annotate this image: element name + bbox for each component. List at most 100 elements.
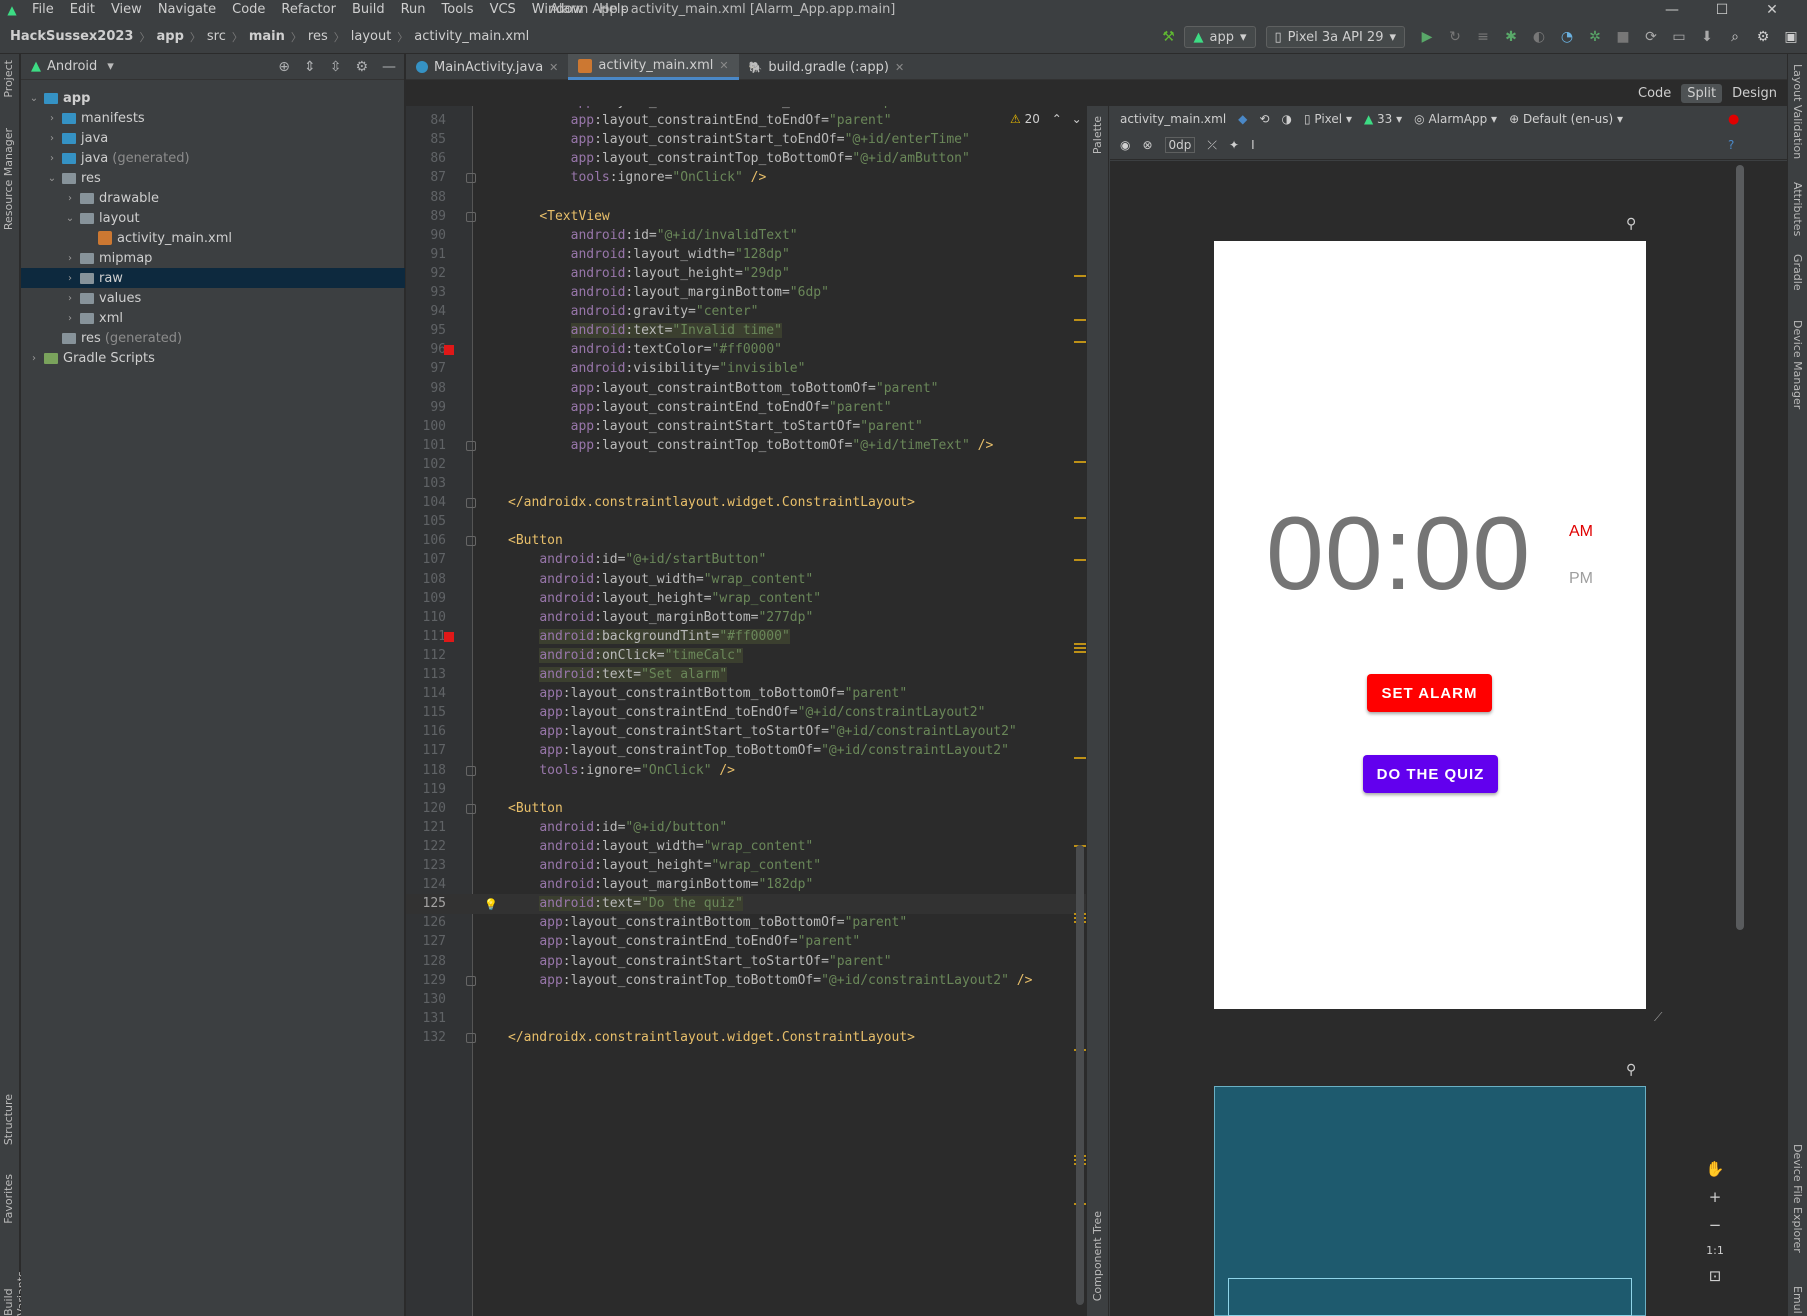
locale-picker[interactable]: ⊕ Default (en-us) ▾ [1509, 112, 1623, 126]
chevron-right-icon[interactable]: › [63, 293, 77, 304]
preview-pm-button[interactable]: PM [1569, 570, 1593, 588]
pin-icon-blueprint[interactable]: ⚲ [1626, 1062, 1636, 1078]
chevron-down-icon[interactable]: ⌄ [1072, 112, 1082, 126]
fold-icon[interactable] [466, 803, 476, 814]
canvas-scrollbar[interactable] [1736, 165, 1744, 930]
warning-marker[interactable] [1074, 517, 1086, 519]
api-picker[interactable]: ▲ 33 ▾ [1364, 112, 1402, 126]
sdk-manager-icon[interactable]: ⬇ [1695, 26, 1719, 48]
device-manager-icon[interactable]: ▭ [1667, 26, 1691, 48]
zoom-out-button[interactable]: − [1709, 1216, 1722, 1234]
tree-item[interactable]: › manifests [21, 108, 405, 128]
menu-run[interactable]: Run [393, 0, 434, 20]
hide-panel-icon[interactable]: — [382, 59, 396, 75]
rerun-icon[interactable]: ↻ [1443, 26, 1467, 48]
tree-item[interactable]: › java [21, 128, 405, 148]
chevron-down-icon[interactable]: ⌄ [63, 213, 77, 224]
menu-code[interactable]: Code [224, 0, 273, 20]
warning-marker[interactable] [1074, 643, 1086, 645]
tool-tab-resource-manager[interactable]: Resource Manager [2, 128, 15, 230]
resize-handle-icon[interactable]: ⟋ [1654, 1010, 1662, 1025]
chevron-down-icon[interactable]: ⌄ [45, 173, 59, 184]
magnet-icon[interactable]: ⊗ [1142, 138, 1152, 152]
menu-tools[interactable]: Tools [434, 0, 482, 20]
debug-icon[interactable]: ✱ [1499, 26, 1523, 48]
sync-gradle-icon[interactable]: ⟳ [1639, 26, 1663, 48]
tree-item[interactable]: ⌄ layout [21, 208, 405, 228]
tree-item[interactable]: › xml [21, 308, 405, 328]
menu-refactor[interactable]: Refactor [273, 0, 344, 20]
apply-changes-icon[interactable]: ≡ [1471, 26, 1495, 48]
preview-am-button[interactable]: AM [1569, 523, 1593, 541]
fold-icon[interactable] [466, 211, 476, 222]
warning-marker[interactable] [1074, 461, 1086, 463]
tool-tab-device-file-explorer[interactable]: Device File Explorer [1791, 1144, 1804, 1253]
fold-icon[interactable] [466, 173, 476, 184]
tool-tab-layout-validation[interactable]: Layout Validation [1791, 64, 1804, 159]
editor-tab[interactable]: 🐘 build.gradle (:app) ✕ [739, 54, 915, 80]
menu-file[interactable]: File [24, 0, 62, 20]
menu-navigate[interactable]: Navigate [150, 0, 224, 20]
tool-tab-attributes[interactable]: Attributes [1791, 182, 1804, 236]
warnings-indicator[interactable]: ⚠ 20 ⌃ ⌄ [1010, 112, 1082, 126]
tool-tab-favorites[interactable]: Favorites [2, 1174, 15, 1224]
minimize-icon[interactable]: — [1649, 0, 1695, 20]
build-hammer-icon[interactable]: ⚒ [1156, 26, 1180, 48]
orientation-icon[interactable]: ⟲ [1259, 112, 1269, 126]
tool-tab-project[interactable]: Project [2, 60, 15, 98]
color-swatch-icon[interactable] [444, 631, 454, 642]
chevron-right-icon[interactable]: › [63, 273, 77, 284]
tool-tab-gradle[interactable]: Gradle [1791, 254, 1804, 291]
tree-item[interactable]: ⌄ app [21, 88, 405, 108]
chevron-right-icon[interactable]: › [63, 313, 77, 324]
warning-marker[interactable] [1074, 651, 1086, 653]
tool-tab-emulator[interactable]: Emul [1791, 1286, 1804, 1314]
maximize-icon[interactable]: ☐ [1699, 0, 1745, 20]
preview-set-alarm-button[interactable]: SET ALARM [1367, 674, 1492, 712]
tool-tab-device-manager[interactable]: Device Manager [1791, 320, 1804, 409]
code-editor[interactable]: 83 app:layout_constraintBottom_toBottomO… [406, 106, 1086, 1316]
warning-marker[interactable] [1074, 275, 1086, 277]
view-mode-code[interactable]: Code [1638, 86, 1671, 101]
color-swatch-icon[interactable] [444, 345, 454, 356]
close-tab-icon[interactable]: ✕ [719, 59, 728, 72]
stop-icon[interactable]: ■ [1611, 26, 1635, 48]
tree-item[interactable]: › java (generated) [21, 148, 405, 168]
preview-quiz-button[interactable]: DO THE QUIZ [1363, 755, 1498, 793]
breadcrumb-item[interactable]: activity_main.xml [414, 29, 529, 44]
collapse-all-icon[interactable]: ⇳ [330, 59, 342, 75]
search-icon[interactable]: ⌕ [1723, 26, 1747, 48]
error-icon[interactable]: ● [1728, 112, 1739, 127]
close-tab-icon[interactable]: ✕ [549, 61, 558, 74]
tree-item[interactable]: › values [21, 288, 405, 308]
menu-build[interactable]: Build [344, 0, 393, 20]
warning-marker[interactable] [1074, 757, 1086, 759]
fold-icon[interactable] [466, 1032, 476, 1043]
editor-tab[interactable]: MainActivity.java ✕ [406, 54, 568, 80]
fold-icon[interactable] [466, 440, 476, 451]
fold-icon[interactable] [466, 975, 476, 986]
component-tree-tab[interactable]: Component Tree [1091, 1211, 1104, 1301]
eye-icon[interactable]: ◉ [1120, 138, 1130, 152]
layers-icon[interactable]: ◆ [1238, 112, 1247, 126]
lightbulb-icon[interactable]: 💡 [484, 895, 498, 911]
warning-marker[interactable] [1074, 647, 1086, 649]
breadcrumb-item[interactable]: src [207, 29, 226, 44]
warning-marker[interactable] [1074, 559, 1086, 561]
phone-preview[interactable] [1214, 241, 1646, 1009]
tree-item[interactable]: › drawable [21, 188, 405, 208]
tool-tab-structure[interactable]: Structure [2, 1094, 15, 1145]
breadcrumb-item[interactable]: layout [351, 29, 392, 44]
preview-time-text[interactable]: 00:00 [1266, 495, 1531, 614]
locate-icon[interactable]: ⊕ [278, 59, 290, 75]
pin-icon[interactable]: ⚲ [1626, 216, 1636, 232]
chevron-right-icon[interactable]: › [45, 153, 59, 164]
infer-constraints-icon[interactable]: ✦ [1229, 138, 1239, 152]
tree-item[interactable]: ⌄ res [21, 168, 405, 188]
pan-hand-icon[interactable]: ✋ [1706, 1160, 1725, 1178]
chevron-down-icon[interactable]: ▾ [107, 59, 114, 74]
project-view-select[interactable]: Android [47, 59, 97, 74]
chevron-down-icon[interactable]: ⌄ [27, 93, 41, 104]
default-margin-select[interactable]: 0dp [1164, 137, 1196, 153]
menu-edit[interactable]: Edit [62, 0, 103, 20]
